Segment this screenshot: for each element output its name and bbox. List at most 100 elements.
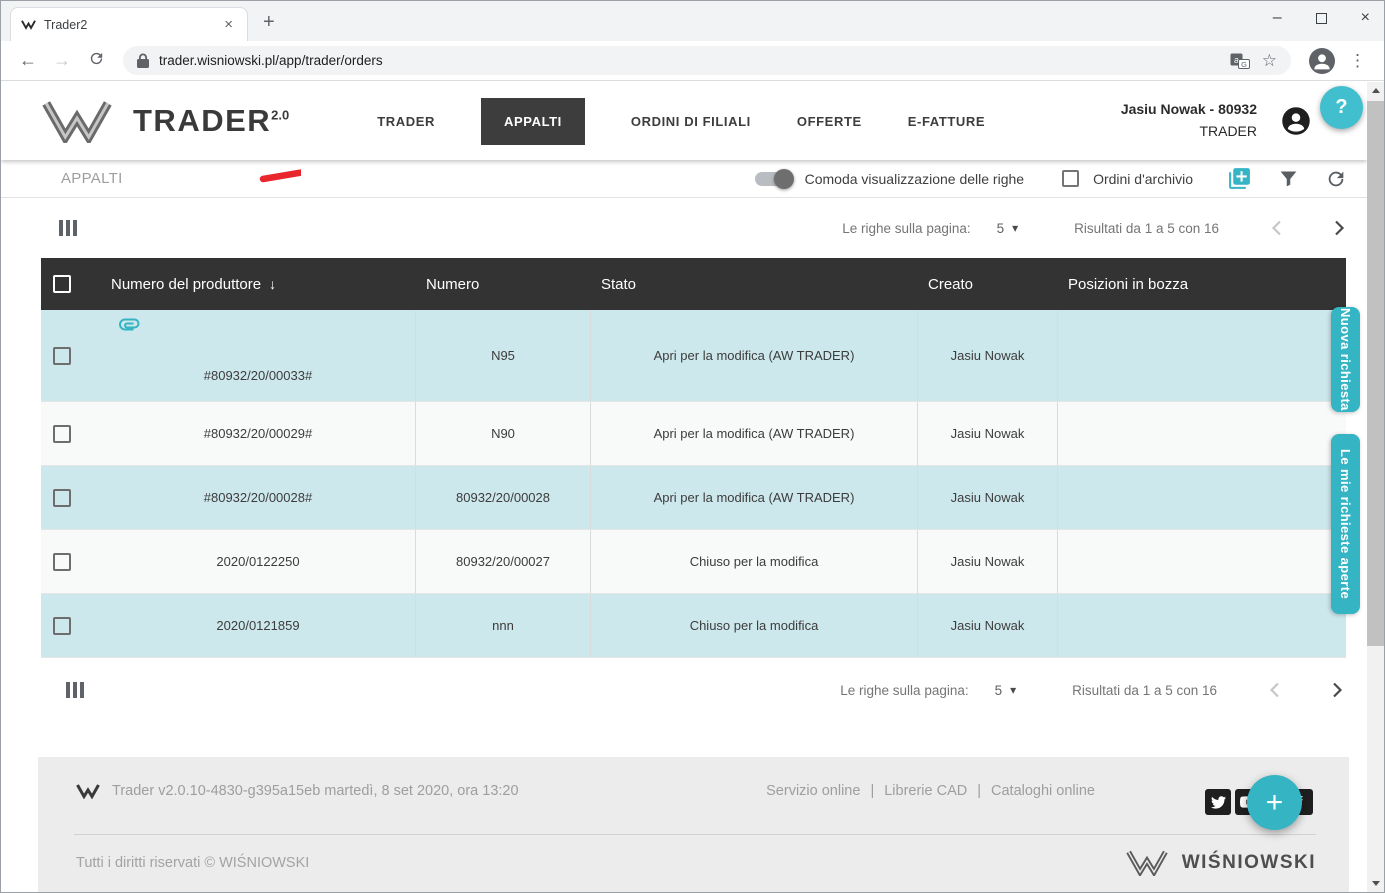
copyright-text: Tutti i diritti riservati © WIŚNIOWSKI — [76, 854, 310, 871]
page-scrollbar[interactable] — [1367, 82, 1384, 892]
column-header-draft-positions[interactable]: Posizioni in bozza — [1058, 276, 1346, 293]
favicon-w-icon — [21, 20, 36, 30]
row-checkbox[interactable] — [53, 616, 71, 635]
table-row[interactable]: 2020/0121859 nnn Chiuso per la modifica … — [41, 594, 1346, 658]
link-librerie-cad[interactable]: Librerie CAD — [884, 783, 967, 799]
maximize-button[interactable] — [1315, 12, 1327, 24]
results-count: Risultati da 1 a 5 con 16 — [1072, 682, 1217, 698]
producer-number: 2020/0121859 — [216, 618, 300, 633]
order-status: Apri per la modifica (AW TRADER) — [591, 466, 918, 529]
column-header-created[interactable]: Creato — [918, 276, 1058, 293]
scrollbar-down-icon[interactable] — [1367, 875, 1384, 892]
table-row[interactable]: 2020/0122250 80932/20/00027 Chiuso per l… — [41, 530, 1346, 594]
table-row[interactable]: #80932/20/00033# N95 Apri per la modific… — [41, 310, 1346, 402]
prev-page-icon[interactable] — [1271, 220, 1282, 236]
producer-number: #80932/20/00029# — [203, 426, 313, 441]
producer-number: 2020/0122250 — [216, 554, 300, 569]
floating-add-button[interactable]: + — [1247, 775, 1302, 830]
bookmark-star-icon[interactable]: ☆ — [1262, 51, 1277, 71]
translate-icon[interactable]: aG — [1230, 51, 1250, 71]
table-row[interactable]: #80932/20/00029# N90 Apri per la modific… — [41, 402, 1346, 466]
nav-item-appalti[interactable]: APPALTI — [481, 97, 585, 145]
browser-titlebar: Trader2 × + – × — [1, 1, 1384, 41]
forward-icon[interactable]: → — [49, 50, 75, 71]
browser-tab[interactable]: Trader2 × — [10, 7, 248, 41]
version-info: Trader v2.0.10-4830-g395a15eb martedì, 8… — [76, 783, 519, 799]
draft-positions — [1058, 594, 1346, 657]
rows-per-page-label: Le righe sulla pagina: — [842, 220, 971, 236]
app-header: TRADER2.0 TRADER APPALTI ORDINI DI FILIA… — [1, 82, 1367, 160]
tab-close-icon[interactable]: × — [220, 15, 237, 34]
nav-item-ordini-di-filiali[interactable]: ORDINI DI FILIALI — [631, 114, 751, 129]
producer-number: #80932/20/00028# — [203, 490, 313, 505]
twitter-icon[interactable] — [1205, 789, 1231, 815]
comfy-rows-toggle[interactable] — [754, 168, 794, 189]
brand-w-icon — [1126, 850, 1168, 876]
column-header-number[interactable]: Numero — [416, 276, 591, 293]
row-checkbox[interactable] — [53, 488, 71, 507]
sort-desc-icon: ↓ — [269, 276, 277, 292]
profile-avatar-icon[interactable] — [1309, 47, 1335, 74]
new-tab-button[interactable]: + — [263, 12, 275, 32]
column-settings-icon[interactable] — [66, 682, 84, 698]
rows-per-page-select[interactable]: 5 — [997, 221, 1005, 236]
column-header-producer-number[interactable]: Numero del produttore ↓ — [101, 276, 416, 293]
nav-item-offerte[interactable]: OFFERTE — [797, 114, 862, 129]
reload-icon[interactable] — [83, 50, 109, 72]
column-header-status[interactable]: Stato — [591, 276, 918, 293]
table-row[interactable]: #80932/20/00028# 80932/20/00028 Apri per… — [41, 466, 1346, 530]
next-page-icon[interactable] — [1332, 682, 1343, 698]
link-servizio-online[interactable]: Servizio online — [766, 783, 860, 799]
nav-item-e-fatture[interactable]: E-FATTURE — [908, 114, 985, 129]
prev-page-icon[interactable] — [1269, 682, 1280, 698]
scrollbar-thumb[interactable] — [1367, 101, 1384, 646]
created-by: Jasiu Nowak — [918, 466, 1058, 529]
draft-positions — [1058, 310, 1346, 401]
brand-logo: WIŚNIOWSKI — [1126, 849, 1316, 876]
column-settings-icon[interactable] — [59, 220, 77, 236]
caret-down-icon[interactable]: ▾ — [1012, 221, 1018, 235]
draft-positions — [1058, 530, 1346, 593]
browser-menu-icon[interactable]: ⋮ — [1341, 51, 1374, 71]
next-page-icon[interactable] — [1334, 220, 1345, 236]
refresh-icon[interactable] — [1325, 168, 1347, 190]
app-title: TRADER2.0 — [133, 103, 290, 138]
list-toolbar: APPALTI Comoda visualizzazione delle rig… — [1, 160, 1367, 198]
order-status: Apri per la modifica (AW TRADER) — [591, 310, 918, 401]
scrollbar-up-icon[interactable] — [1367, 82, 1384, 99]
rows-per-page-select[interactable]: 5 — [995, 683, 1003, 698]
user-role: TRADER — [1199, 123, 1257, 139]
nav-item-trader[interactable]: TRADER — [377, 114, 435, 129]
select-all-checkbox[interactable] — [53, 275, 71, 293]
breadcrumb: APPALTI — [61, 170, 123, 187]
account-icon[interactable] — [1281, 106, 1311, 136]
caret-down-icon[interactable]: ▾ — [1010, 683, 1016, 697]
pagination-bottom: Le righe sulla pagina: 5 ▾ Risultati da … — [1, 662, 1367, 718]
comfy-rows-label: Comoda visualizzazione delle righe — [804, 170, 1025, 187]
add-to-list-icon[interactable] — [1227, 166, 1252, 191]
page: TRADER2.0 TRADER APPALTI ORDINI DI FILIA… — [1, 82, 1384, 892]
window-close-button[interactable]: × — [1361, 10, 1370, 26]
row-checkbox[interactable] — [53, 552, 71, 571]
address-bar[interactable]: trader.wisniowski.pl/app/trader/orders a… — [123, 46, 1291, 75]
side-tab-my-open-requests[interactable]: Le mie richieste aperte — [1331, 434, 1360, 614]
list-controls: Comoda visualizzazione delle righe Ordin… — [754, 166, 1347, 191]
row-checkbox[interactable] — [53, 424, 71, 443]
help-button[interactable]: ? — [1320, 86, 1363, 129]
archive-orders-checkbox[interactable] — [1062, 170, 1080, 187]
main-navigation: TRADER APPALTI ORDINI DI FILIALI OFFERTE… — [377, 97, 985, 145]
footer-divider — [74, 834, 1316, 835]
back-icon[interactable]: ← — [15, 50, 41, 71]
toggle-knob — [773, 168, 794, 189]
filter-icon[interactable] — [1278, 168, 1299, 189]
link-cataloghi-online[interactable]: Cataloghi online — [991, 783, 1095, 799]
order-status: Chiuso per la modifica — [591, 594, 918, 657]
side-tab-new-request[interactable]: Nuova richiesta — [1331, 307, 1360, 412]
footer-w-icon — [76, 784, 100, 799]
results-count: Risultati da 1 a 5 con 16 — [1074, 220, 1219, 236]
row-checkbox[interactable] — [53, 346, 71, 365]
attachment-icon[interactable] — [117, 317, 142, 332]
archive-orders-label: Ordini d'archivio — [1093, 170, 1193, 187]
minimize-button[interactable]: – — [1273, 10, 1282, 26]
order-status: Chiuso per la modifica — [591, 530, 918, 593]
